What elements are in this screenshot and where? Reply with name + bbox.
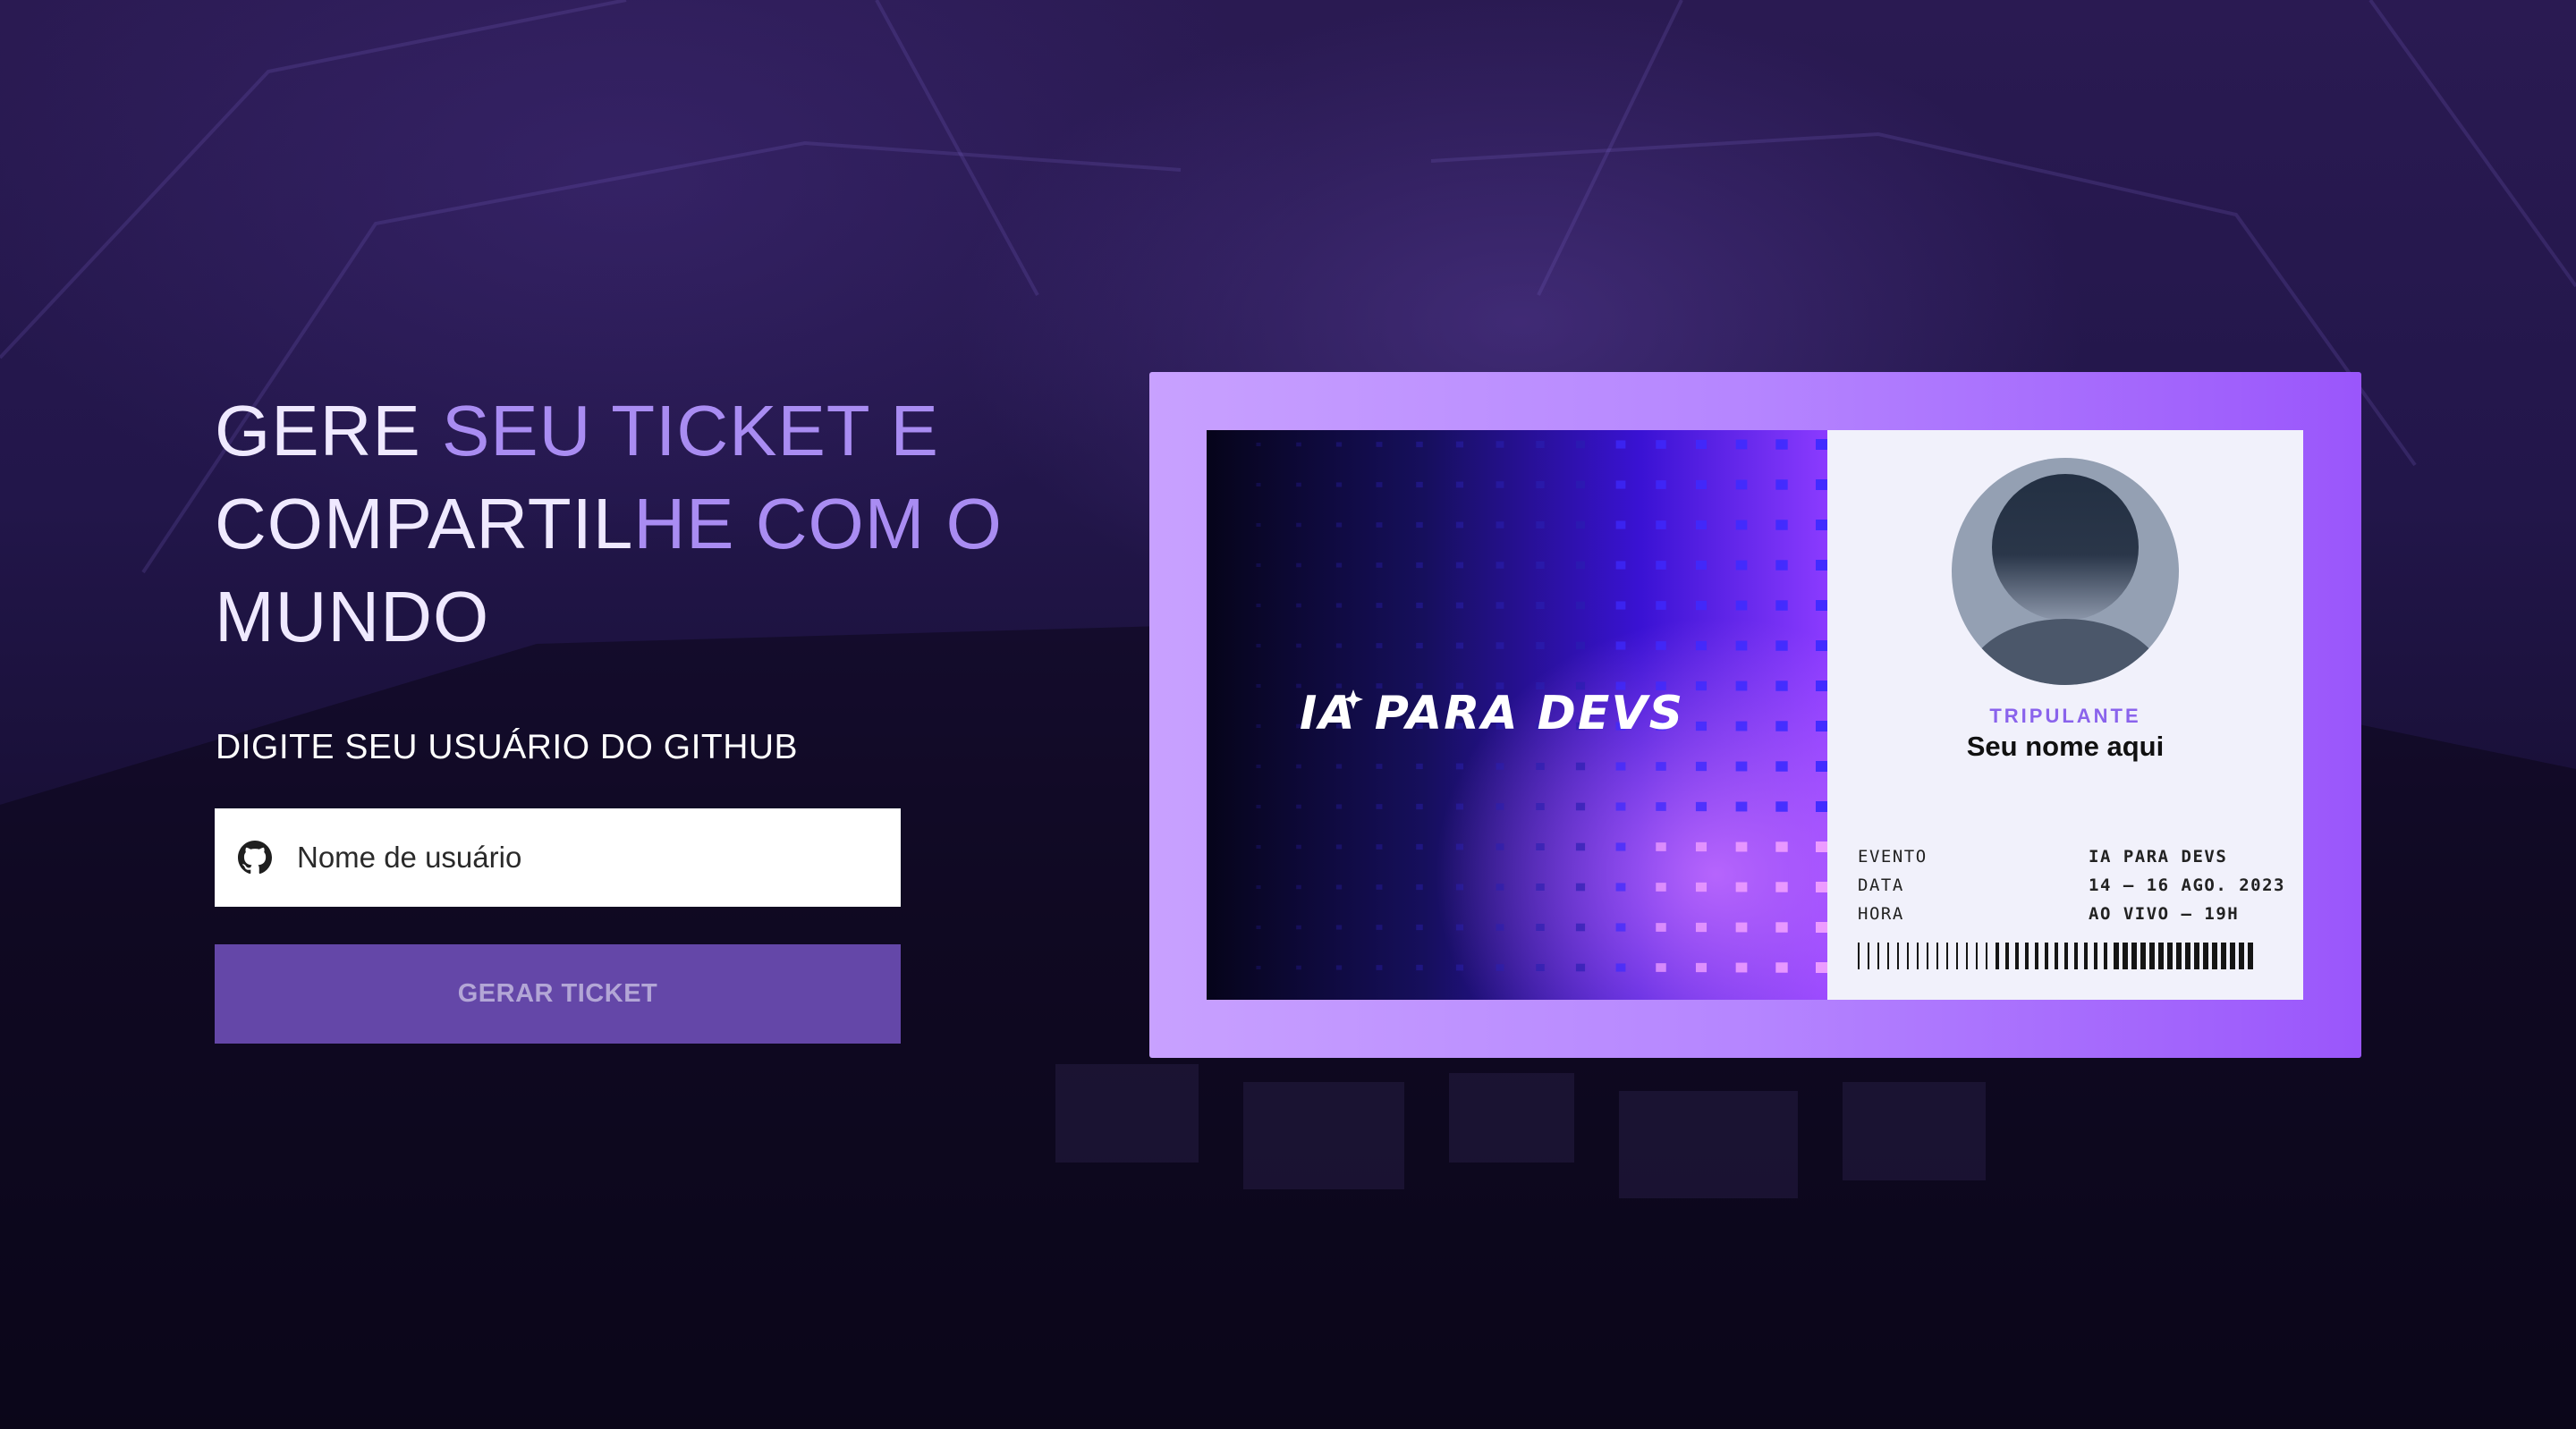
username-input[interactable] [295,840,871,875]
headline-white-3: MUNDO [215,577,490,656]
username-field[interactable] [215,808,901,907]
page-headline: GERE SEU TICKET E COMPARTILHE COM O MUND… [215,385,1020,664]
role-label: TRIPULANTE [1989,705,2141,727]
attendee-name: Seu nome aqui [1966,731,2165,762]
ticket-artwork: IA PARA DEVS [1207,430,1827,1000]
detail-key: HORA [1858,904,1904,924]
barcode [1858,943,2253,969]
ticket-info-panel: TRIPULANTE Seu nome aqui EVENTO IA PARA … [1827,430,2303,1000]
headline-white-1: GERE [215,391,421,470]
generate-ticket-button[interactable]: GERAR TICKET [215,944,901,1044]
ticket-preview: IA PARA DEVS TRIPULANTE Seu nome aqui EV… [1149,372,2361,1058]
detail-row-time: HORA AO VIVO — 19H [1858,900,2287,928]
headline-white-2: COMPARTIL [215,484,634,563]
github-username-label: DIGITE SEU USUÁRIO DO GITHUB [216,728,799,766]
headline-purple-2: HE COM O [633,484,1003,563]
ia-para-devs-logo-text: IA PARA DEVS [1300,687,1684,740]
detail-key: DATA [1858,875,1904,895]
github-icon [238,841,272,875]
detail-key: EVENTO [1858,847,1928,867]
detail-row-event: EVENTO IA PARA DEVS [1858,842,2287,871]
headline-purple-1: SEU TICKET E [420,391,939,470]
avatar [1952,458,2179,685]
ia-para-devs-logo: IA PARA DEVS [1300,687,1684,740]
detail-value: 14 — 16 AGO. 2023 [2089,875,2285,895]
detail-row-date: DATA 14 — 16 AGO. 2023 [1858,871,2287,900]
detail-value: IA PARA DEVS [2089,847,2228,867]
detail-value: AO VIVO — 19H [2089,904,2240,924]
event-details: EVENTO IA PARA DEVS DATA 14 — 16 AGO. 20… [1858,842,2287,928]
